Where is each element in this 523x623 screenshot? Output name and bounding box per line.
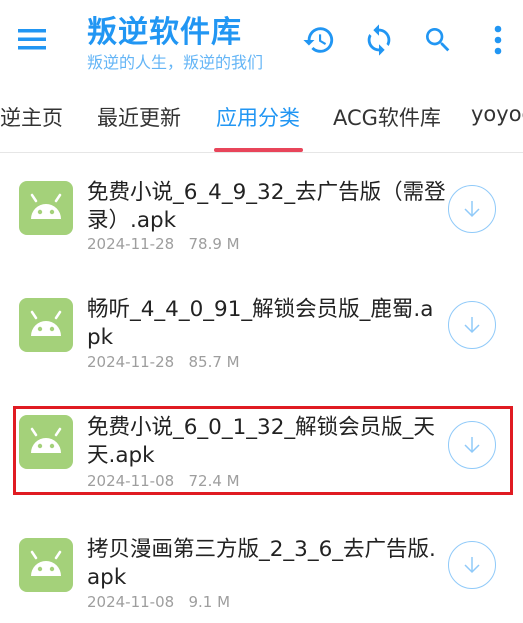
download-arrow-icon	[464, 317, 480, 334]
file-name: 免费小说_6_4_9_32_去广告版（需登录）.apk	[87, 180, 446, 233]
download-arrow-icon	[464, 557, 480, 574]
tab-recent-updates[interactable]: 最近更新	[97, 102, 181, 132]
history-icon[interactable]	[301, 22, 337, 58]
file-meta: 2024-11-28 85.7 M	[87, 353, 240, 371]
highlight-box	[13, 406, 513, 495]
tab-divider	[0, 152, 523, 153]
app-header: 叛逆软件库 叛逆的人生，叛逆的我们	[0, 0, 523, 83]
download-button[interactable]	[448, 541, 496, 589]
search-icon[interactable]	[420, 22, 456, 58]
download-button[interactable]	[448, 185, 496, 233]
file-meta: 2024-11-28 78.9 M	[87, 235, 240, 253]
sync-icon[interactable]	[361, 22, 397, 58]
file-size: 9.1 M	[188, 593, 231, 611]
android-icon	[19, 298, 73, 352]
android-icon	[19, 181, 73, 235]
more-vert-icon[interactable]	[486, 22, 510, 58]
file-name: 拷贝漫画第三方版_2_3_6_去广告版.apk	[87, 537, 436, 590]
file-name: 畅听_4_4_0_91_解锁会员版_鹿蜀.apk	[87, 297, 434, 350]
download-arrow-icon	[464, 201, 480, 218]
file-date: 2024-11-08	[87, 593, 175, 611]
tab-yoyoc[interactable]: yoyoc	[471, 102, 523, 126]
file-date: 2024-11-28	[87, 235, 175, 253]
download-button[interactable]	[448, 301, 496, 349]
file-size: 78.9 M	[188, 235, 240, 253]
tab-app-categories[interactable]: 应用分类	[216, 102, 300, 132]
android-icon	[19, 538, 73, 592]
menu-icon[interactable]	[12, 24, 52, 54]
file-date: 2024-11-28	[87, 353, 175, 371]
tab-acg-library[interactable]: ACG软件库	[333, 102, 441, 132]
tab-home[interactable]: 逆主页	[0, 102, 63, 132]
app-title: 叛逆软件库	[87, 15, 242, 50]
file-size: 85.7 M	[188, 353, 240, 371]
category-tabs: 逆主页 最近更新 应用分类 ACG软件库 yoyoc	[0, 88, 523, 152]
file-meta: 2024-11-08 9.1 M	[87, 593, 230, 611]
app-subtitle: 叛逆的人生，叛逆的我们	[87, 53, 264, 72]
